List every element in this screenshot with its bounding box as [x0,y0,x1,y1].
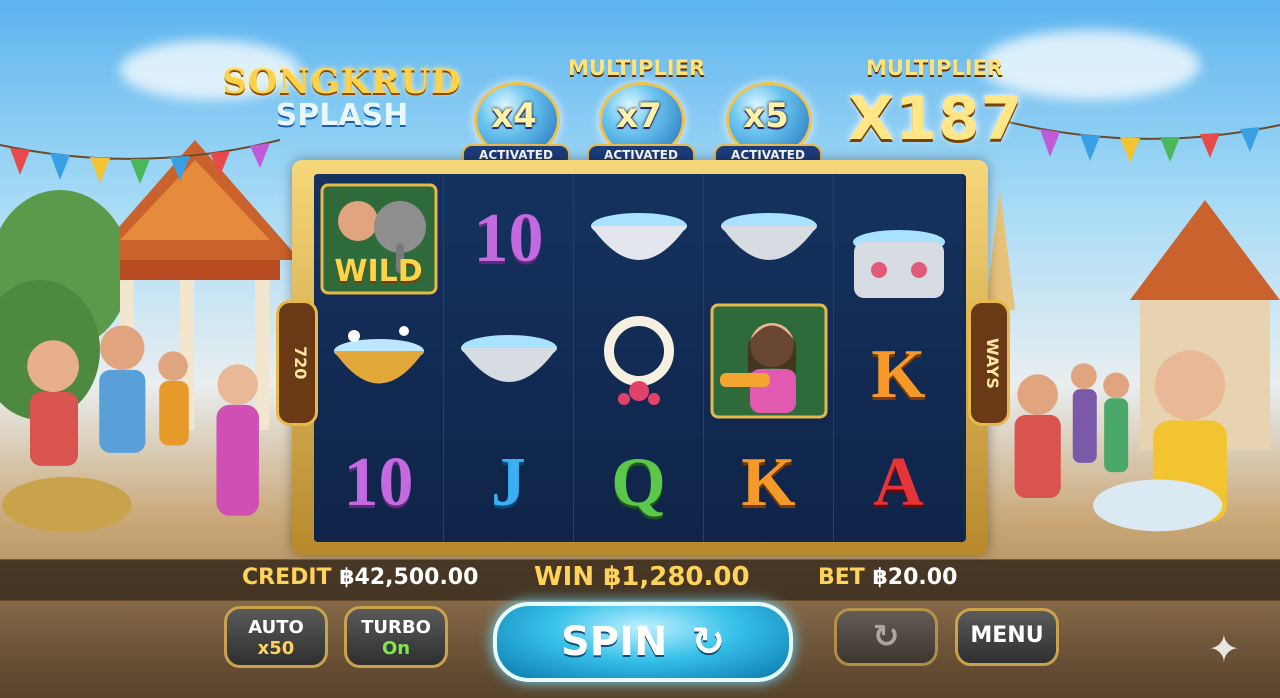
reel-column: K [704,174,834,542]
card-symbol: K [834,314,963,436]
multiplier-orb: x4 ACTIVATED [462,82,570,168]
card-symbol-label: J [491,444,526,521]
auto-count: x50 [257,638,295,659]
ways-count-tab: 720 [276,300,318,426]
auto-spin-button[interactable]: AUTO x50 [224,606,328,668]
bet-display: BET ฿20.00 [818,565,957,590]
refresh-arrow-icon: ↻ [691,619,725,665]
silver-bowl-icon [460,335,557,382]
turbo-state: On [381,638,411,659]
bet-value: ฿20.00 [872,565,958,590]
spin-label: SPIN [561,619,668,665]
card-symbol-label: 10 [343,444,414,521]
card-symbol: J [444,422,573,542]
total-multiplier-title: MULTIPLIER [866,56,1004,80]
card-symbol: Q [574,422,703,542]
ways-label-tab: WAYS [968,300,1010,426]
girl-symbol [704,300,833,422]
reel-grid: WILD 10 10 J Q K K A [314,174,966,542]
refresh-arrow-icon: ↻ [872,617,900,655]
silver-pot-symbol [834,204,963,326]
reel-column: Q [574,174,704,542]
festival-crowd-left [2,325,259,533]
silver-bowl-symbol [704,178,833,300]
spin-button[interactable]: SPIN ↻ [493,602,793,682]
silver-bowl-symbol [444,300,573,422]
turbo-label: TURBO [361,617,431,638]
gold-bowl-symbol [314,300,443,422]
silver-pot-icon [852,230,945,298]
card-symbol-label: K [871,336,926,413]
card-symbol-label: A [873,444,924,521]
golden-bowl-icon [333,326,424,384]
card-symbol: A [834,422,963,542]
reel-frame: WILD 10 10 J Q K K A [292,160,988,555]
card-symbol-label: Q [611,444,666,521]
silver-bowl-icon [590,213,687,260]
game-logo: SONGKRUD SPLASH [222,56,462,156]
replay-button[interactable]: ↻ [834,608,938,666]
wild-label: WILD [334,254,423,289]
wild-symbol: WILD [314,178,443,300]
multiplier-orb: x7 ACTIVATED [587,82,695,168]
silver-bowl-symbol [574,178,703,300]
auto-label: AUTO [248,617,304,638]
garland-symbol [574,300,703,422]
turbo-button[interactable]: TURBO On [344,606,448,668]
win-value: ฿1,280.00 [603,562,750,592]
win-label: WIN [534,562,595,592]
multiplier-value: x4 [491,96,537,136]
sparkle-star-icon: ✦ [1208,627,1240,671]
water-gun-girl-icon [710,303,827,419]
menu-label: MENU [970,623,1044,648]
multiplier-orb: x5 ACTIVATED [714,82,822,168]
multiplier-value: x7 [616,96,662,136]
card-symbol-label: 10 [473,200,544,277]
festival-crowd-right [1014,350,1227,532]
reel-column: WILD 10 [314,174,444,542]
bunting-right [1000,119,1280,163]
card-symbol: 10 [444,178,573,300]
credit-display: CREDIT ฿42,500.00 [242,565,478,590]
jasmine-garland-icon [603,316,674,405]
multiplier-value: x5 [743,96,789,136]
bet-label: BET [818,565,865,590]
multiplier-title: MULTIPLIER [568,56,706,80]
logo-title: SONGKRUD [222,62,462,102]
card-symbol-label: K [741,444,796,521]
reel-column: K A [834,174,963,542]
credit-value: ฿42,500.00 [339,565,479,590]
logo-subtitle: SPLASH [275,98,409,133]
menu-button[interactable]: MENU [955,608,1059,666]
card-symbol: 10 [314,422,443,542]
silver-bowl-icon [720,213,817,260]
total-multiplier-value: X187 [848,84,1024,154]
credit-label: CREDIT [242,565,332,590]
win-display: WIN ฿1,280.00 [534,562,750,592]
card-symbol: K [704,422,833,542]
reel-column: 10 J [444,174,574,542]
